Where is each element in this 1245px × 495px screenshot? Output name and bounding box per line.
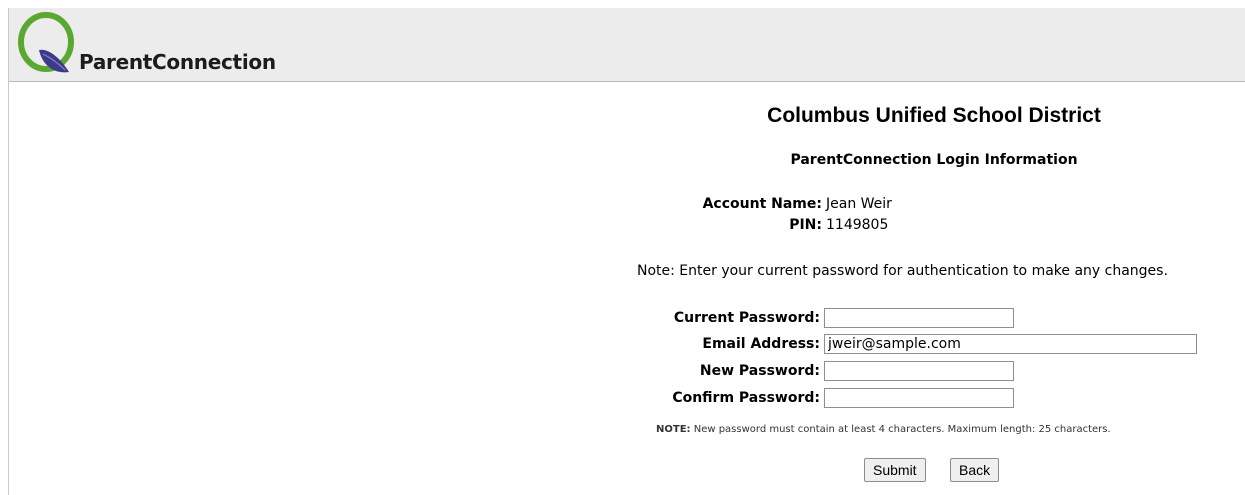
- parentconnection-logo[interactable]: ParentConnection: [17, 10, 277, 78]
- email-field[interactable]: [824, 334, 1197, 354]
- logo-text: ParentConnection: [79, 50, 276, 74]
- district-title: Columbus Unified School District: [767, 104, 1101, 127]
- page-subtitle: ParentConnection Login Information: [790, 152, 1078, 168]
- password-note-text: New password must contain at least 4 cha…: [690, 424, 1111, 435]
- pin-value: 1149805: [826, 217, 889, 233]
- password-note-prefix: NOTE:: [656, 424, 691, 435]
- current-password-label: Current Password:: [673, 310, 820, 326]
- account-name-label: Account Name:: [702, 196, 822, 212]
- password-requirements-note: NOTE: New password must contain at least…: [656, 424, 1111, 435]
- email-label: Email Address:: [702, 336, 820, 352]
- logo-q-icon: [18, 12, 74, 73]
- confirm-password-label: Confirm Password:: [672, 390, 820, 406]
- authentication-note: Note: Enter your current password for au…: [637, 263, 1168, 279]
- new-password-label: New Password:: [699, 363, 820, 379]
- new-password-field[interactable]: [824, 361, 1014, 381]
- submit-button[interactable]: Submit: [864, 458, 926, 482]
- account-name-value: Jean Weir: [826, 196, 892, 212]
- confirm-password-field[interactable]: [824, 388, 1014, 408]
- page-frame: ParentConnection Columbus Unified School…: [8, 8, 1245, 495]
- current-password-field[interactable]: [824, 308, 1014, 328]
- header-bar: ParentConnection: [9, 8, 1245, 82]
- back-button[interactable]: Back: [950, 458, 1000, 482]
- pin-label: PIN:: [789, 217, 822, 233]
